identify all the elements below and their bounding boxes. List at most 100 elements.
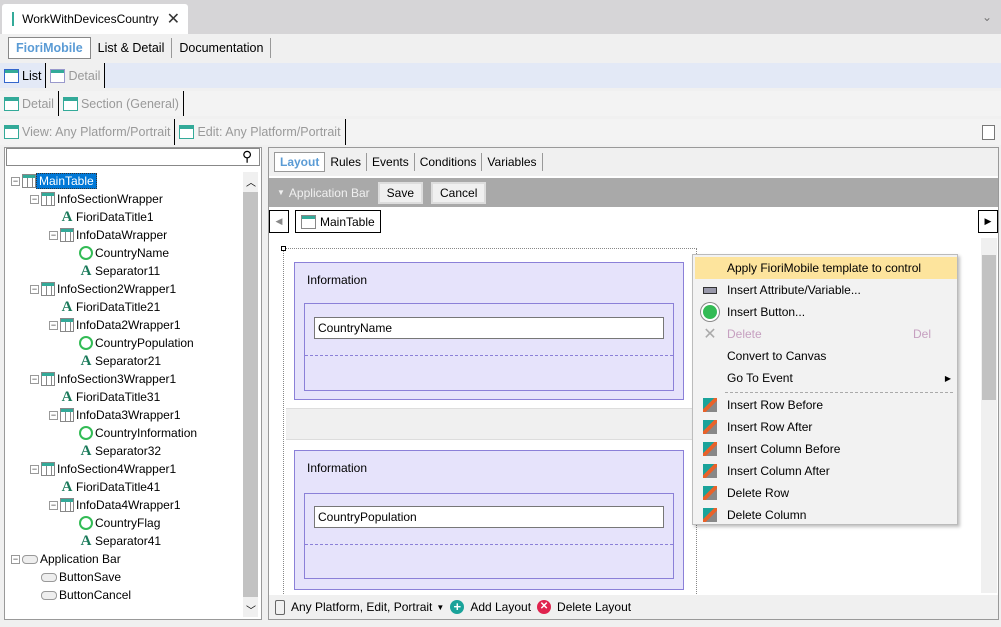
tree-node[interactable]: A FioriDataTitle31 (60, 388, 162, 406)
collapse-toggle[interactable]: − (11, 555, 20, 564)
tree-node[interactable]: InfoDataWrapper (60, 226, 169, 244)
country-name-field[interactable]: CountryName (314, 317, 664, 339)
menu-item-label: Insert Row Before (727, 398, 824, 412)
tree-scrollbar-thumb[interactable] (243, 192, 258, 597)
info-data-wrapper[interactable]: CountryName (304, 303, 674, 391)
tree-node[interactable]: A FioriDataTitle41 (60, 478, 162, 496)
tab-layout[interactable]: Layout (274, 152, 326, 172)
info-data-wrapper[interactable]: CountryPopulation (304, 493, 674, 579)
collapse-toggle[interactable]: − (49, 231, 58, 240)
resize-handle[interactable] (281, 246, 286, 251)
breadcrumb[interactable]: MainTable (295, 210, 381, 233)
search-icon[interactable]: ⚲ (242, 148, 252, 165)
insert-column-before-icon (695, 442, 725, 456)
tree-node[interactable]: ButtonCancel (41, 586, 133, 604)
section-icon (62, 96, 78, 111)
tab-rules[interactable]: Rules (325, 153, 368, 171)
collapse-toggle[interactable]: − (30, 465, 39, 474)
tree-node[interactable]: InfoSection3Wrapper1 (41, 370, 178, 388)
tree-node[interactable]: A FioriDataTitle1 (60, 208, 156, 226)
tab-section-general[interactable]: Section (General) (59, 91, 184, 116)
tree-search-input[interactable] (6, 148, 260, 166)
breadcrumb-forward-button[interactable]: ▶ (978, 210, 998, 233)
tree-node[interactable]: A Separator11 (79, 262, 162, 280)
tab-list-detail[interactable]: List & Detail (91, 38, 173, 58)
tab-list[interactable]: List (0, 63, 47, 88)
tab-edit-layout[interactable]: Edit: Any Platform/Portrait (175, 119, 346, 145)
collapse-toggle[interactable]: − (30, 285, 39, 294)
menu-item[interactable]: Insert Attribute/Variable... (695, 279, 957, 301)
country-population-field[interactable]: CountryPopulation (314, 506, 664, 528)
table-icon (22, 174, 36, 188)
collapse-toggle[interactable]: − (49, 321, 58, 330)
collapse-toggle[interactable]: − (11, 177, 20, 186)
menu-item[interactable]: Delete Column (695, 504, 957, 526)
menu-item-label: Insert Column After (727, 464, 830, 478)
tree-node-label: FioriDataTitle31 (76, 390, 161, 404)
tree-node[interactable]: A Separator32 (79, 442, 163, 460)
new-layout-icon[interactable] (982, 124, 995, 140)
scroll-up-icon[interactable]: ︿ (246, 174, 256, 189)
collapse-toggle[interactable]: − (30, 195, 39, 204)
tab-view-layout[interactable]: View: Any Platform/Portrait (0, 119, 176, 145)
caret-down-icon[interactable]: ▼ (436, 603, 444, 612)
menu-item[interactable]: Apply FioriMobile template to control (695, 257, 957, 279)
tab-detail[interactable]: Detail (46, 63, 106, 88)
tree-node-label: MainTable (36, 173, 97, 189)
tab-conditions[interactable]: Conditions (415, 153, 483, 171)
menu-item[interactable]: Convert to Canvas (695, 345, 957, 367)
chevron-down-icon[interactable]: ⌄ (982, 10, 992, 24)
tree-node[interactable]: Application Bar (22, 550, 123, 568)
tab-fiorimobile[interactable]: FioriMobile (8, 37, 91, 59)
tree-node[interactable]: A FioriDataTitle21 (60, 298, 162, 316)
menu-item[interactable]: Insert Column Before (695, 438, 957, 460)
menu-item[interactable]: Insert Button... (695, 301, 957, 323)
canvas-scrollbar-thumb[interactable] (982, 255, 996, 400)
info-section[interactable]: Information CountryPopulation (294, 450, 684, 590)
menu-item[interactable]: Insert Column After (695, 460, 957, 482)
tree-node[interactable]: MainTable (22, 172, 97, 190)
menu-item[interactable]: Insert Row After (695, 416, 957, 438)
tab-documentation[interactable]: Documentation (172, 38, 272, 58)
collapse-toggle[interactable]: − (30, 375, 39, 384)
table-icon (60, 498, 74, 512)
delete-icon[interactable]: ✕ (537, 600, 552, 614)
caret-down-icon[interactable]: ▼ (277, 188, 285, 197)
tree-node[interactable]: CountryInformation (79, 424, 199, 442)
platform-selector[interactable]: Any Platform, Edit, Portrait (291, 600, 432, 614)
tab-events[interactable]: Events (367, 153, 415, 171)
tree-node[interactable]: InfoData4Wrapper1 (60, 496, 183, 514)
tree-node[interactable]: InfoSection2Wrapper1 (41, 280, 178, 298)
tab-section-detail[interactable]: Detail (0, 91, 59, 116)
insert-column-after-icon (695, 464, 725, 478)
table-icon (60, 408, 74, 422)
collapse-toggle[interactable]: − (49, 501, 58, 510)
tree-node[interactable]: CountryFlag (79, 514, 162, 532)
tree-node[interactable]: A Separator21 (79, 352, 163, 370)
document-tab[interactable]: WorkWithDevicesCountry ✕ (2, 4, 188, 34)
add-icon[interactable]: + (450, 600, 465, 614)
tab-label: Section (General) (80, 96, 179, 111)
menu-item[interactable]: Delete Row (695, 482, 957, 504)
tree-node[interactable]: CountryPopulation (79, 334, 196, 352)
close-icon[interactable]: ✕ (167, 9, 180, 29)
add-layout-button[interactable]: Add Layout (470, 600, 531, 614)
tree-node[interactable]: InfoSection4Wrapper1 (41, 460, 178, 478)
tree-node[interactable]: InfoSectionWrapper (41, 190, 165, 208)
breadcrumb-back-button[interactable]: ◀ (269, 210, 289, 233)
menu-item[interactable]: Insert Row Before (695, 394, 957, 416)
tree-node[interactable]: InfoData3Wrapper1 (60, 406, 183, 424)
scroll-down-icon[interactable]: ﹀ (246, 602, 256, 617)
collapse-toggle[interactable]: − (49, 411, 58, 420)
tree-node[interactable]: A Separator41 (79, 532, 163, 550)
menu-item[interactable]: Go To Event ▶ (695, 367, 957, 389)
tab-variables[interactable]: Variables (482, 153, 543, 171)
cancel-button[interactable]: Cancel (431, 181, 487, 204)
save-button[interactable]: Save (377, 181, 423, 204)
delete-layout-button[interactable]: Delete Layout (557, 600, 631, 614)
info-section[interactable]: Information CountryName (294, 262, 684, 400)
tree-node[interactable]: InfoData2Wrapper1 (60, 316, 183, 334)
tree-node-label: CountryFlag (95, 516, 161, 530)
tree-node[interactable]: CountryName (79, 244, 171, 262)
tree-node[interactable]: ButtonSave (41, 568, 123, 586)
